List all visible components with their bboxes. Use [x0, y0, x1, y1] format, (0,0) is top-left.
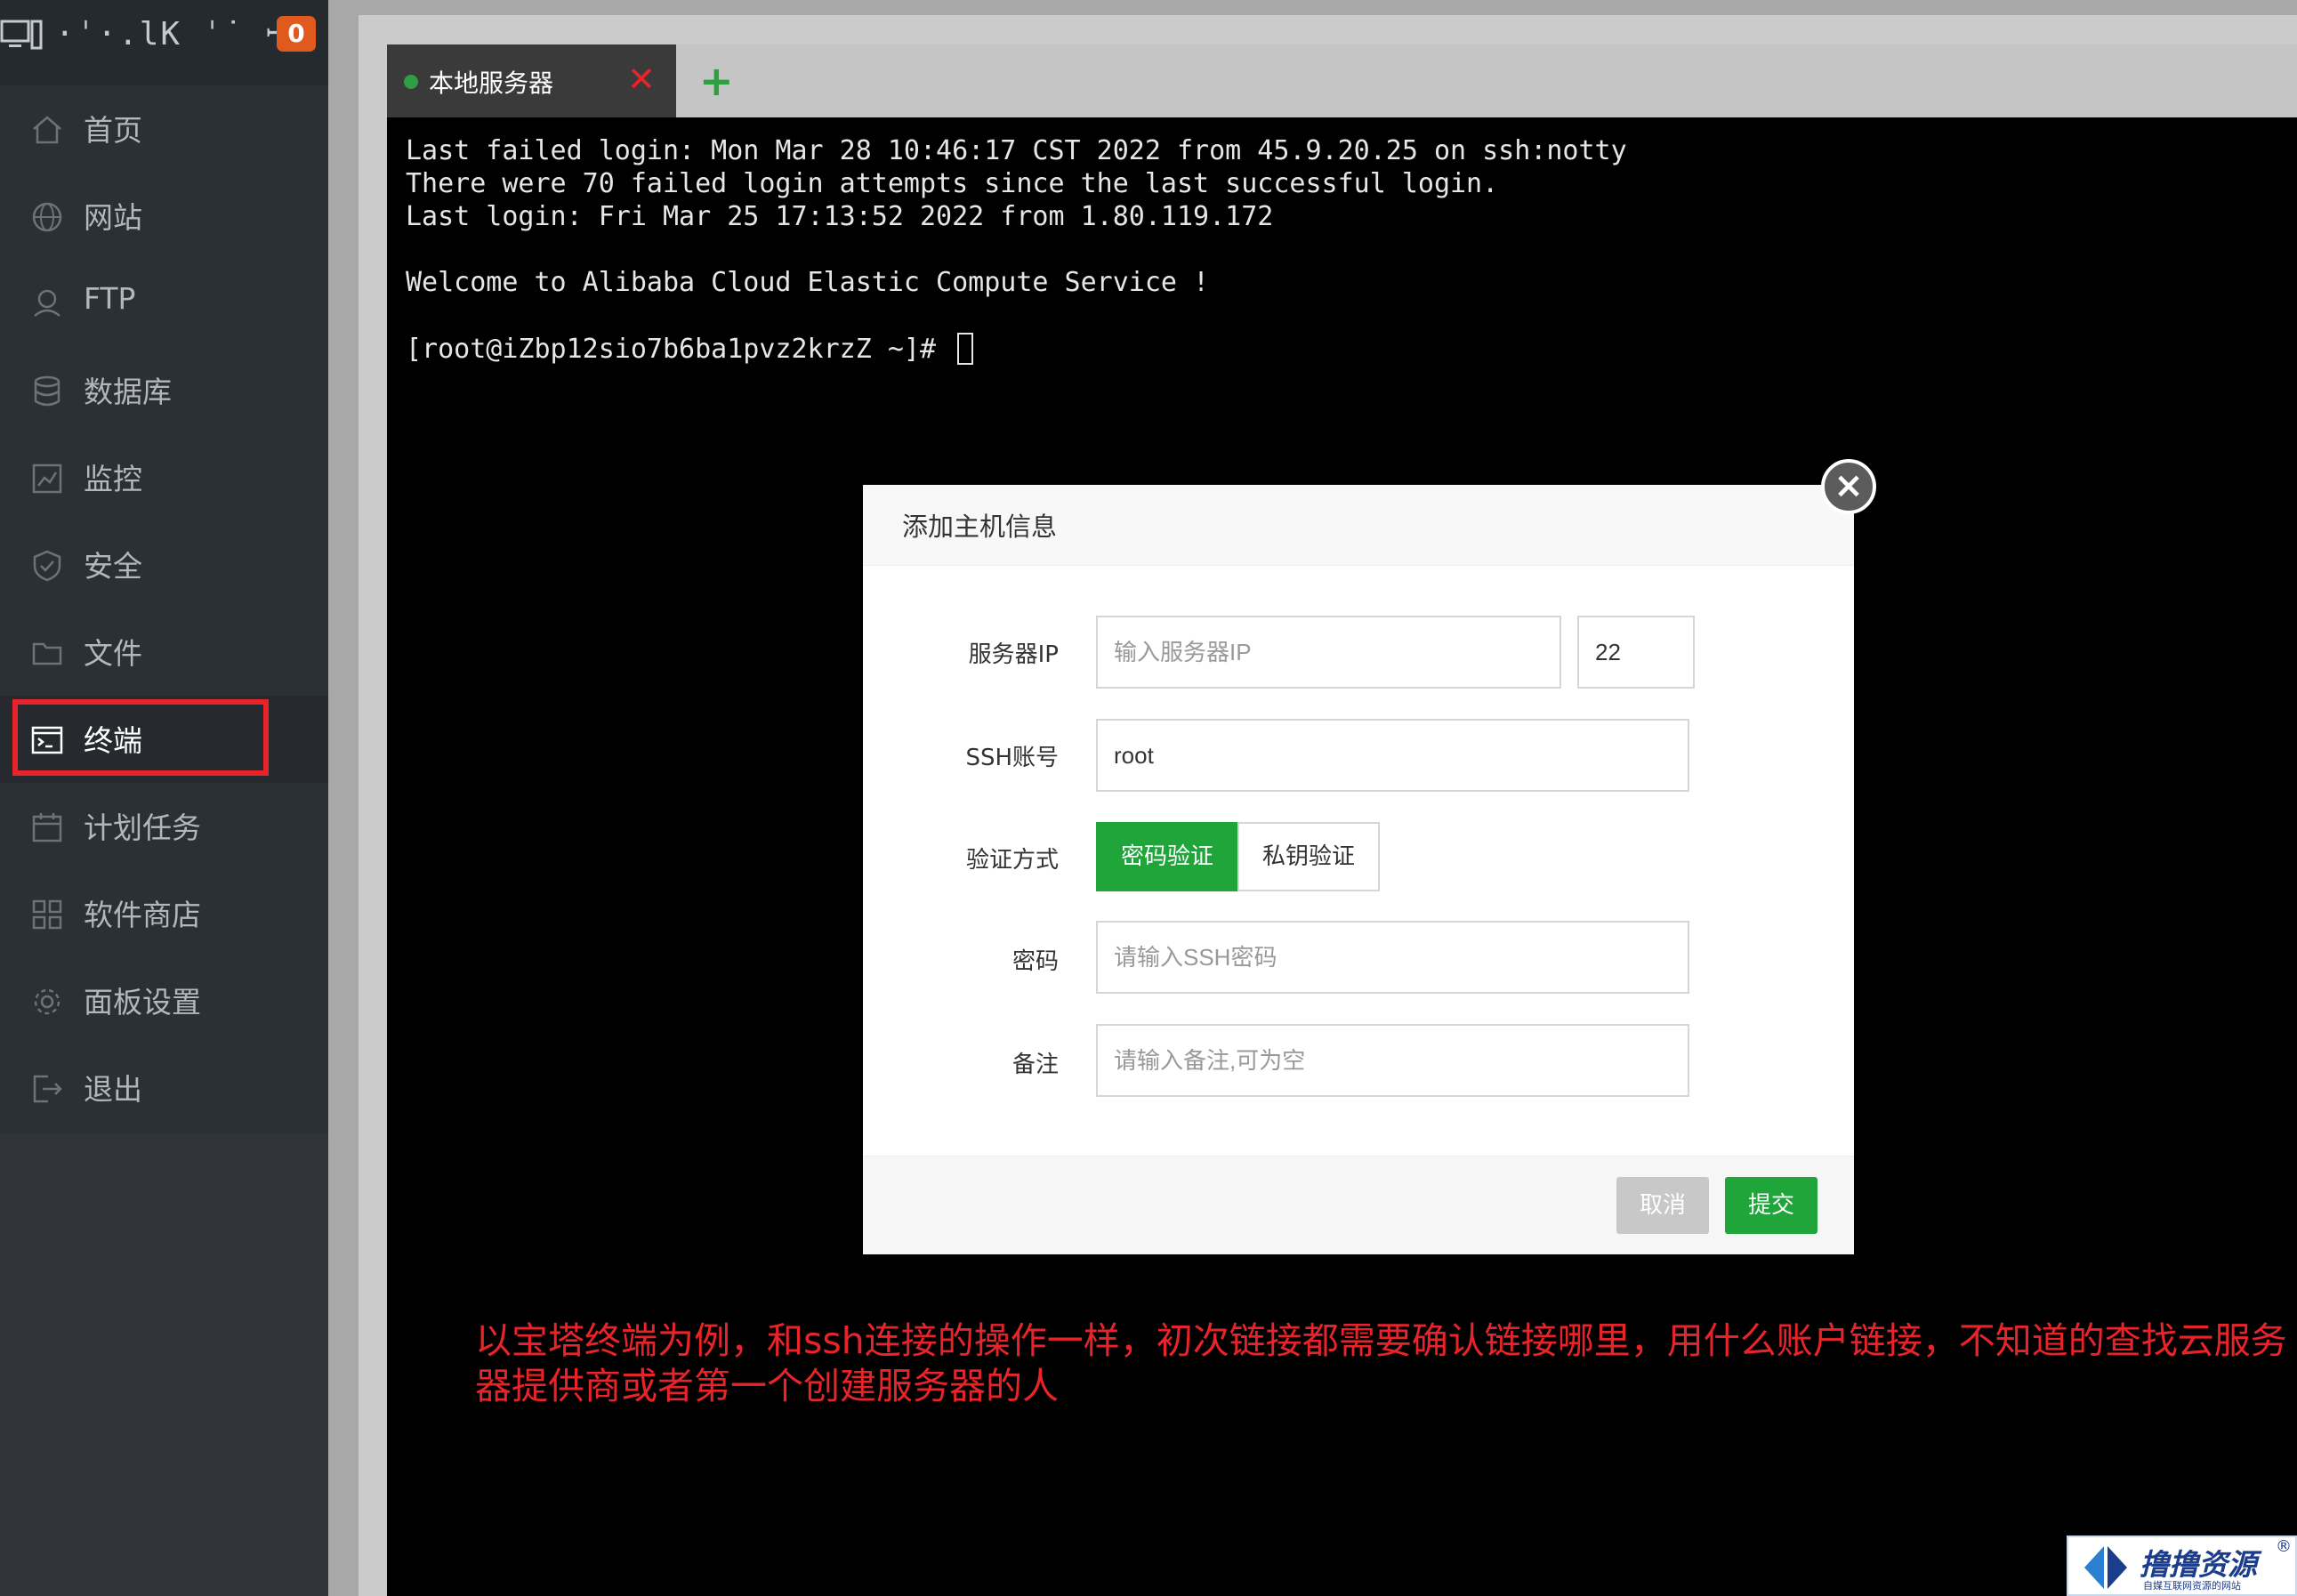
sidebar-item-label: 安全	[84, 549, 142, 584]
sidebar-item-website[interactable]: 网站	[0, 173, 328, 260]
highlight-box	[12, 699, 269, 776]
sidebar-item-database[interactable]: 数据库	[0, 347, 328, 434]
terminal-prompt: [root@iZbp12sio7b6ba1pvz2krzZ ~]#	[406, 333, 974, 365]
gear-icon	[34, 988, 60, 1015]
sidebar-item-ftp[interactable]: FTP	[0, 260, 328, 347]
note-input[interactable]	[1096, 1024, 1689, 1097]
globe-icon	[32, 202, 62, 232]
apps-grid-icon	[32, 899, 62, 930]
sidebar-item-panel-settings[interactable]: 面板设置	[0, 957, 328, 1044]
sidebar-item-label: 数据库	[84, 375, 172, 409]
sidebar-item-home[interactable]: 首页	[0, 85, 328, 173]
add-tab-button[interactable]: +	[699, 60, 734, 101]
dialog-title: 添加主机信息	[902, 512, 1058, 542]
logout-icon	[33, 1075, 62, 1103]
sidebar-item-label: 计划任务	[84, 810, 201, 845]
sidebar-item-files[interactable]: 文件	[0, 609, 328, 696]
note-label: 备注	[1011, 1052, 1059, 1078]
port-input[interactable]	[1577, 616, 1695, 689]
password-auth-button[interactable]: 密码验证	[1096, 822, 1238, 891]
sidebar-item-logout[interactable]: 退出	[0, 1044, 328, 1132]
shield-icon	[33, 550, 61, 582]
terminal-line: Last login: Fri Mar 25 17:13:52 2022 fro…	[406, 201, 1274, 232]
terminal-line: Last failed login: Mon Mar 28 10:46:17 C…	[406, 135, 1627, 166]
prompt-text: [root@iZbp12sio7b6ba1pvz2krzZ ~]#	[406, 334, 953, 365]
sidebar-item-app-store[interactable]: 软件商店	[0, 870, 328, 957]
watermark-logo: 撸撸资源 自媒互联网资源的网站 ®	[2067, 1536, 2297, 1596]
annotation-text: 以宝塔终端为例，和ssh连接的操作一样，初次链接都需要确认链接哪里，用什么账户链…	[475, 1319, 2287, 1407]
host-name: ·ˈ·.lK ˈ˙ ꟷ2	[55, 16, 315, 52]
server-ip-label: 服务器IP	[968, 641, 1059, 668]
sidebar-item-label: 首页	[84, 113, 142, 148]
terminal-cursor	[957, 333, 974, 365]
home-icon	[33, 116, 61, 144]
sidebar-footer	[0, 1133, 328, 1596]
auth-method-label: 验证方式	[965, 847, 1059, 874]
sidebar-item-label: FTP	[84, 281, 136, 316]
folder-icon	[32, 642, 62, 665]
server-ip-input[interactable]	[1096, 616, 1561, 689]
dialog-header: 添加主机信息	[863, 485, 1854, 566]
watermark-subtitle: 自媒互联网资源的网站	[2143, 1580, 2241, 1592]
sidebar: ·ˈ·.lK ˈ˙ ꟷ2 0 首页 网站 FTP 数据库 监控 安全 文件 终端…	[0, 0, 328, 1596]
add-host-dialog: 添加主机信息 服务器IP SSH账号 验证方式 密码验证 私钥验证 密码 备注 …	[863, 485, 1854, 1254]
computer-icon	[0, 20, 43, 50]
sidebar-item-label: 软件商店	[84, 898, 201, 932]
terminal-line: Welcome to Alibaba Cloud Elastic Compute…	[406, 267, 1210, 298]
sidebar-item-label: 退出	[84, 1072, 142, 1107]
logo-icon	[2084, 1546, 2127, 1589]
tab-local-server[interactable]: 本地服务器 ✕	[387, 44, 676, 117]
registered-mark: ®	[2276, 1537, 2292, 1556]
sidebar-item-label: 监控	[84, 462, 142, 496]
submit-button[interactable]: 提交	[1725, 1177, 1817, 1234]
terminal-line: There were 70 failed login attempts sinc…	[406, 168, 1499, 199]
ftp-icon	[34, 289, 60, 317]
sidebar-item-label: 面板设置	[84, 985, 201, 1020]
sidebar-item-monitor[interactable]: 监控	[0, 434, 328, 521]
sidebar-item-security[interactable]: 安全	[0, 521, 328, 609]
password-input[interactable]	[1096, 921, 1689, 994]
sidebar-item-label: 文件	[84, 636, 142, 671]
sidebar-nav: 首页 网站 FTP 数据库 监控 安全 文件 终端 计划任务 软件商店 面板设置…	[0, 85, 328, 1133]
ssh-account-input[interactable]	[1096, 719, 1689, 792]
ssh-account-label: SSH账号	[965, 745, 1059, 771]
calendar-icon	[32, 813, 62, 842]
sidebar-header: ·ˈ·.lK ˈ˙ ꟷ2 0	[0, 0, 328, 85]
status-dot	[404, 75, 418, 89]
cancel-button[interactable]: 取消	[1616, 1177, 1709, 1234]
tab-label: 本地服务器	[429, 69, 554, 98]
close-dialog-button[interactable]: ×	[1821, 459, 1876, 514]
sidebar-item-cron[interactable]: 计划任务	[0, 783, 328, 870]
database-icon	[34, 375, 60, 407]
notification-badge[interactable]: 0	[277, 16, 316, 52]
monitor-chart-icon	[32, 463, 62, 494]
watermark-title: 撸撸资源	[2140, 1547, 2257, 1582]
sidebar-item-label: 网站	[84, 200, 142, 235]
close-icon[interactable]: ✕	[627, 62, 656, 96]
password-label: 密码	[1011, 948, 1059, 975]
key-auth-button[interactable]: 私钥验证	[1237, 822, 1380, 891]
